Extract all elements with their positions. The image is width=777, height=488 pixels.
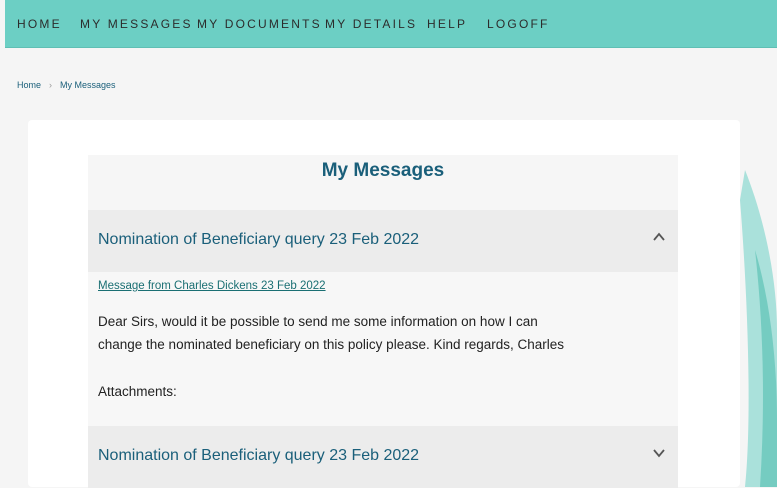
breadcrumb-home[interactable]: Home [17, 80, 41, 90]
message-subject: Nomination of Beneficiary query 23 Feb 2… [98, 447, 420, 464]
breadcrumb: Home › My Messages [17, 80, 116, 90]
message-from-link[interactable]: Message from Charles Dickens 23 Feb 2022 [98, 280, 326, 292]
top-navigation-bar: HOME MY MESSAGES MY DOCUMENTS MY DETAILS… [5, 0, 777, 47]
nav-logoff[interactable]: LOGOFF [487, 17, 550, 31]
nav-my-messages[interactable]: MY MESSAGES [80, 17, 193, 31]
message-body-panel: Message from Charles Dickens 23 Feb 2022… [88, 272, 678, 426]
nav-help[interactable]: HELP [427, 17, 467, 31]
chevron-up-icon[interactable] [652, 230, 666, 244]
attachments-label: Attachments: [98, 384, 177, 399]
nav-my-details[interactable]: MY DETAILS [325, 17, 417, 31]
breadcrumb-current[interactable]: My Messages [60, 80, 116, 90]
message-text: Dear Sirs, would it be possible to send … [98, 314, 565, 352]
nav-my-documents[interactable]: MY DOCUMENTS [197, 17, 322, 31]
message-subject: Nomination of Beneficiary query 23 Feb 2… [98, 231, 420, 248]
message-accordion-header[interactable]: Nomination of Beneficiary query 23 Feb 2… [88, 210, 678, 272]
chevron-down-icon[interactable] [652, 446, 666, 460]
message-accordion-header[interactable]: Nomination of Beneficiary query 23 Feb 2… [88, 426, 678, 488]
nav-home[interactable]: HOME [17, 17, 62, 31]
page-title: My Messages [321, 160, 445, 181]
breadcrumb-separator: › [49, 80, 53, 90]
